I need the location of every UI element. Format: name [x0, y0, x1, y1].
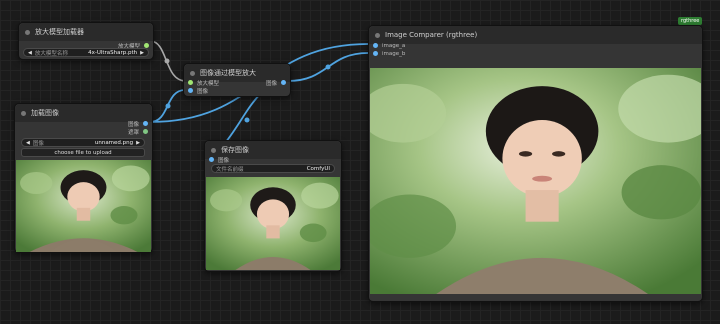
- wire-upscale-to-comparer: [287, 52, 369, 82]
- input-port-icon[interactable]: [209, 157, 214, 162]
- node-title: 加载图像: [31, 109, 59, 117]
- input-port-icon[interactable]: [188, 88, 193, 93]
- output-label: 图像: [265, 80, 277, 87]
- input-image[interactable]: 图像: [188, 86, 208, 95]
- node-header[interactable]: 放大模型加载器: [19, 23, 153, 41]
- wire-midpoint: [164, 58, 170, 64]
- node-title: Image Comparer (rgthree): [385, 31, 478, 39]
- collapse-dot-icon[interactable]: [190, 70, 195, 76]
- input-port-icon[interactable]: [373, 51, 378, 56]
- collapse-dot-icon[interactable]: [375, 32, 380, 38]
- arrow-right-icon[interactable]: ▶: [140, 50, 144, 56]
- input-label: 图像: [197, 88, 209, 95]
- input-label: image_b: [382, 50, 406, 57]
- node-title: 放大模型加载器: [35, 28, 84, 36]
- collapse-dot-icon[interactable]: [25, 29, 30, 35]
- widget-label: 文件名前缀: [216, 166, 244, 173]
- image-file-combo[interactable]: ◀ 图像 unnamed.png ▶: [21, 138, 145, 147]
- output-port-icon[interactable]: [143, 129, 148, 134]
- output-image[interactable]: 图像: [266, 78, 286, 87]
- portrait-photo: [370, 68, 701, 294]
- load-image-node[interactable]: 加载图像 图像 遮罩 ◀ 图像 unnamed.png ▶ choose file …: [14, 103, 153, 253]
- wire-upscale-model: [149, 40, 186, 82]
- widget-value: ComfyUI: [306, 165, 330, 172]
- output-mask[interactable]: 遮罩: [128, 127, 148, 136]
- input-image-b[interactable]: image_b: [373, 49, 405, 58]
- wire-midpoint: [244, 117, 250, 123]
- model-name-combo[interactable]: ◀ 放大模型名称 4x-UltraSharp.pth ▶: [23, 48, 149, 57]
- portrait-photo: [206, 177, 340, 270]
- input-port-icon[interactable]: [373, 43, 378, 48]
- arrow-left-icon[interactable]: ◀: [28, 50, 32, 56]
- widget-label: 放大模型名称: [34, 50, 68, 57]
- rgthree-badge: rgthree: [678, 17, 703, 25]
- input-label: 图像: [218, 157, 230, 164]
- image-comparer-node[interactable]: Image Comparer (rgthree) image_a image_b: [368, 25, 703, 302]
- upload-button[interactable]: choose file to upload: [21, 148, 145, 157]
- wire-midpoint: [325, 64, 331, 70]
- wire-image-load-to-upscale: [149, 89, 186, 123]
- input-image[interactable]: 图像: [209, 155, 229, 164]
- output-port-icon[interactable]: [281, 80, 286, 85]
- output-label: 遮罩: [127, 129, 139, 136]
- widget-label: 图像: [32, 140, 44, 147]
- upscale-model-loader-node[interactable]: 放大模型加载器 放大模型 ◀ 放大模型名称 4x-UltraSharp.pth ▶: [18, 22, 154, 60]
- output-port-icon[interactable]: [143, 121, 148, 126]
- node-title: 保存图像: [221, 146, 249, 154]
- upscale-image-node[interactable]: 图像通过模型放大 放大模型 图像 图像: [183, 63, 291, 97]
- widget-value: unnamed.png: [94, 139, 134, 146]
- collapse-dot-icon[interactable]: [211, 147, 216, 153]
- image-preview: [206, 177, 340, 270]
- image-preview: [16, 160, 151, 252]
- node-title: 图像通过模型放大: [200, 69, 256, 77]
- collapse-dot-icon[interactable]: [21, 110, 26, 116]
- input-label: image_a: [382, 42, 406, 49]
- arrow-right-icon[interactable]: ▶: [136, 140, 140, 146]
- node-header[interactable]: Image Comparer (rgthree): [369, 26, 702, 44]
- widget-value: 4x-UltraSharp.pth: [88, 49, 138, 56]
- input-port-icon[interactable]: [188, 80, 193, 85]
- wire-midpoint: [165, 103, 171, 109]
- portrait-photo: [16, 160, 151, 252]
- save-image-node[interactable]: 保存图像 图像 文件名前缀 ComfyUI: [204, 140, 342, 272]
- filename-prefix-field[interactable]: 文件名前缀 ComfyUI: [211, 164, 335, 173]
- comparer-image[interactable]: [370, 68, 701, 294]
- arrow-left-icon[interactable]: ◀: [26, 140, 30, 146]
